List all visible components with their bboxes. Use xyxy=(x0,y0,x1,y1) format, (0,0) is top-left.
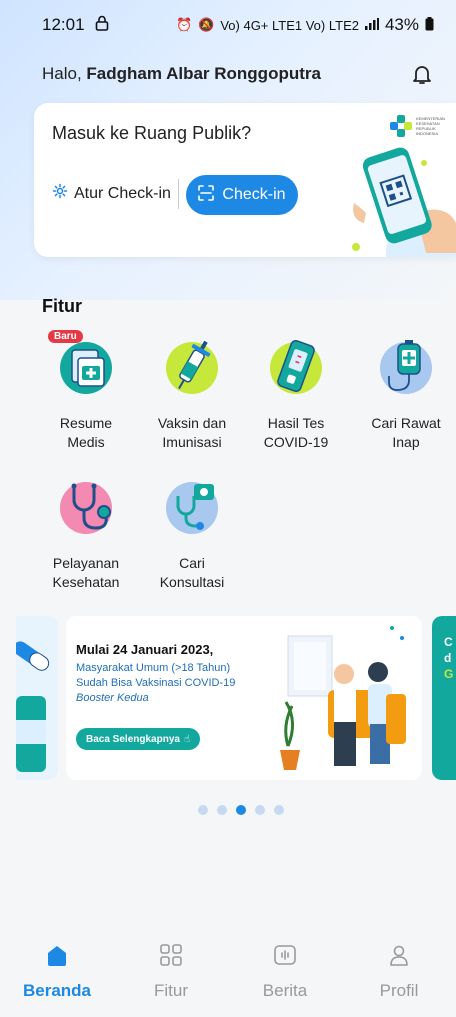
fitur-item-rawat-inap[interactable]: Cari Rawat Inap xyxy=(356,336,456,452)
home-icon xyxy=(44,942,70,973)
alarm-icon: ⏰ xyxy=(175,17,193,32)
checkin-title: Masuk ke Ruang Publik? xyxy=(52,123,252,143)
nav-label: Fitur xyxy=(154,981,188,1000)
fitur-label-line1: Resume xyxy=(59,415,113,431)
medical-record-icon: Baru xyxy=(48,330,116,396)
status-bar: 12:01 ⏰ 🔕 Vo) 4G+ LTE1 Vo) LTE2 43% xyxy=(0,0,456,50)
fitur-label-line2: Medis xyxy=(67,434,105,450)
signal-icon xyxy=(364,17,379,33)
news-icon xyxy=(272,942,298,973)
nav-label: Profil xyxy=(379,981,419,1000)
checkin-button-label: Check-in xyxy=(222,186,286,203)
fitur-section-title: Fitur xyxy=(42,296,82,316)
mute-icon: 🔕 xyxy=(198,17,215,32)
status-time: 12:01 xyxy=(42,15,85,34)
banner-carousel[interactable]: Mulai 24 Januari 2023, Masyarakat Umum (… xyxy=(0,616,456,780)
syringe-icon xyxy=(162,336,222,396)
fitur-item-pelayanan-kesehatan[interactable]: Pelayanan Kesehatan xyxy=(36,476,136,592)
signal-text: Vo) 4G+ LTE1 Vo) LTE2 xyxy=(220,17,359,33)
bottom-nav: Beranda Fitur Berita Profil xyxy=(0,930,456,1017)
kemenkes-logo: KEMENTERIAN KESEHATAN REPUBLIK INDONESIA xyxy=(390,115,446,137)
nav-beranda[interactable]: Beranda xyxy=(0,930,114,1017)
atur-checkin-button[interactable]: Atur Check-in xyxy=(52,183,171,204)
carousel-dot-active[interactable] xyxy=(236,805,246,815)
read-more-label: Baca Selengkapnya xyxy=(86,733,180,745)
fitur-item-cari-konsultasi[interactable]: Cari Konsultasi xyxy=(142,476,242,592)
test-kit-icon xyxy=(266,336,326,396)
carousel-pagination xyxy=(198,805,284,815)
banner-previous[interactable] xyxy=(16,616,58,780)
fitur-label-line1: Cari xyxy=(179,555,205,571)
nav-fitur[interactable]: Fitur xyxy=(114,930,228,1017)
battery-icon xyxy=(425,16,434,34)
fitur-label-line2: COVID-19 xyxy=(263,434,329,450)
kemenkes-logo-text: KEMENTERIAN KESEHATAN REPUBLIK INDONESIA xyxy=(416,116,445,136)
lock-icon xyxy=(95,15,109,36)
checkin-button[interactable]: Check-in xyxy=(186,175,298,215)
banner-line1: Masyarakat Umum (>18 Tahun) xyxy=(76,662,231,674)
greeting-text: Halo, Fadgham Albar Ronggoputra xyxy=(42,64,321,84)
carousel-dot[interactable] xyxy=(255,805,265,815)
carousel-dot[interactable] xyxy=(274,805,284,815)
fitur-label-line2: Inap xyxy=(392,434,420,450)
scan-icon xyxy=(198,184,215,206)
gear-icon xyxy=(52,183,68,204)
banner-booster[interactable]: Mulai 24 Januari 2023, Masyarakat Umum (… xyxy=(66,616,422,780)
stethoscope-icon xyxy=(56,476,116,536)
next-banner-text3: G xyxy=(444,667,454,681)
nav-berita[interactable]: Berita xyxy=(228,930,342,1017)
banner-line2: Sudah Bisa Vaksinasi COVID-19 xyxy=(76,677,236,689)
banner-next[interactable]: CdG xyxy=(432,616,456,780)
fitur-label-line1: Pelayanan xyxy=(52,555,120,571)
grid-icon xyxy=(158,942,184,973)
vaccine-bottle-illustration xyxy=(16,641,50,772)
fitur-item-vaksin[interactable]: Vaksin dan Imunisasi xyxy=(142,336,242,452)
carousel-dot[interactable] xyxy=(198,805,208,815)
consultation-icon xyxy=(162,476,222,536)
banner-line3: Booster Kedua xyxy=(76,692,149,704)
new-badge: Baru xyxy=(48,330,83,343)
fitur-label-line2: Imunisasi xyxy=(162,434,222,450)
vaccination-illustration xyxy=(280,626,406,770)
hand-pointer-icon: ☝ xyxy=(183,733,191,745)
fitur-item-resume-medis[interactable]: Baru Resume Medis xyxy=(36,330,136,452)
read-more-button[interactable]: Baca Selengkapnya ☝ xyxy=(76,728,201,750)
nav-label: Beranda xyxy=(22,981,92,1000)
checkin-card: Masuk ke Ruang Publik? KEMENTERIAN KESEH… xyxy=(34,103,456,257)
nav-profil[interactable]: Profil xyxy=(342,930,456,1017)
banner-date: Mulai 24 Januari 2023, xyxy=(76,642,214,657)
fitur-label-line1: Cari Rawat xyxy=(371,415,441,431)
next-banner-text1: C xyxy=(444,635,453,649)
iv-bag-icon xyxy=(376,336,436,396)
atur-checkin-label: Atur Check-in xyxy=(74,184,171,202)
user-name: Fadgham Albar Ronggoputra xyxy=(86,64,321,83)
user-icon xyxy=(386,942,412,973)
kemenkes-emblem-icon xyxy=(390,115,412,137)
fitur-label-line1: Vaksin dan xyxy=(157,415,227,431)
carousel-dot[interactable] xyxy=(217,805,227,815)
notification-bell-icon[interactable] xyxy=(410,62,434,86)
greeting-prefix: Halo, xyxy=(42,64,87,83)
nav-label: Berita xyxy=(262,981,308,1000)
fitur-item-hasil-tes[interactable]: Hasil Tes COVID-19 xyxy=(246,336,346,452)
fitur-label-line2: Konsultasi xyxy=(159,574,225,590)
fitur-label-line1: Hasil Tes xyxy=(267,415,325,431)
next-banner-text2: d xyxy=(444,651,452,665)
phone-qr-illustration xyxy=(346,143,456,257)
greeting-row: Halo, Fadgham Albar Ronggoputra xyxy=(42,60,434,88)
fitur-label-line2: Kesehatan xyxy=(52,574,120,590)
divider xyxy=(178,179,179,209)
battery-text: 43% xyxy=(384,15,419,34)
